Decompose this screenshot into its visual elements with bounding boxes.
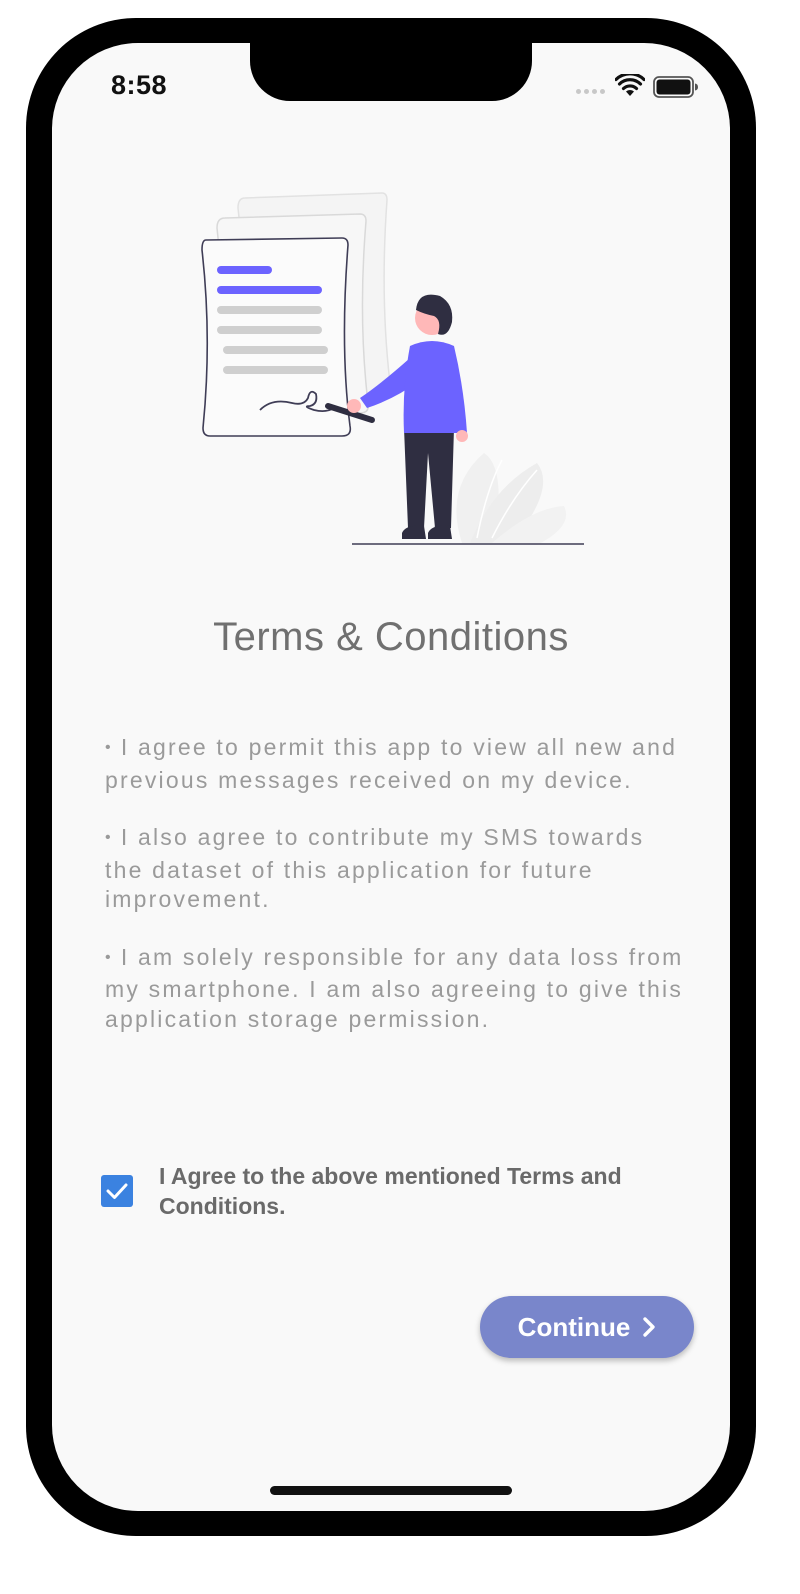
home-indicator[interactable] <box>270 1486 512 1495</box>
bullet-icon: • <box>105 829 113 846</box>
term-item: • I am solely responsible for any data lo… <box>105 943 685 1035</box>
notch <box>250 43 532 101</box>
chevron-right-icon <box>643 1317 656 1337</box>
continue-button[interactable]: Continue <box>480 1296 694 1358</box>
bullet-icon: • <box>105 739 113 756</box>
app-screen: 8:58 Terms & Conditions • I agree to per… <box>52 43 730 1511</box>
checkmark-icon <box>106 1183 128 1199</box>
page-title: Terms & Conditions <box>213 615 569 659</box>
term-item: • I agree to permit this app to view all … <box>105 733 685 795</box>
wifi-icon <box>615 74 645 96</box>
signing-document-illustration <box>201 192 584 545</box>
term-text: I agree to permit this app to view all n… <box>105 734 678 793</box>
term-text: I also agree to contribute my SMS toward… <box>105 824 645 912</box>
terms-list: • I agree to permit this app to view all … <box>105 733 685 1062</box>
battery-icon <box>653 76 698 98</box>
signal-icon <box>576 89 605 94</box>
status-time: 8:58 <box>111 70 168 100</box>
term-item: • I also agree to contribute my SMS towar… <box>105 823 685 915</box>
agree-checkbox[interactable] <box>101 1175 133 1207</box>
agree-label[interactable]: I Agree to the above mentioned Terms and… <box>159 1161 679 1221</box>
continue-label: Continue <box>517 1311 631 1342</box>
bullet-icon: • <box>105 948 113 966</box>
term-text: I am solely responsible for any data los… <box>105 943 684 1032</box>
